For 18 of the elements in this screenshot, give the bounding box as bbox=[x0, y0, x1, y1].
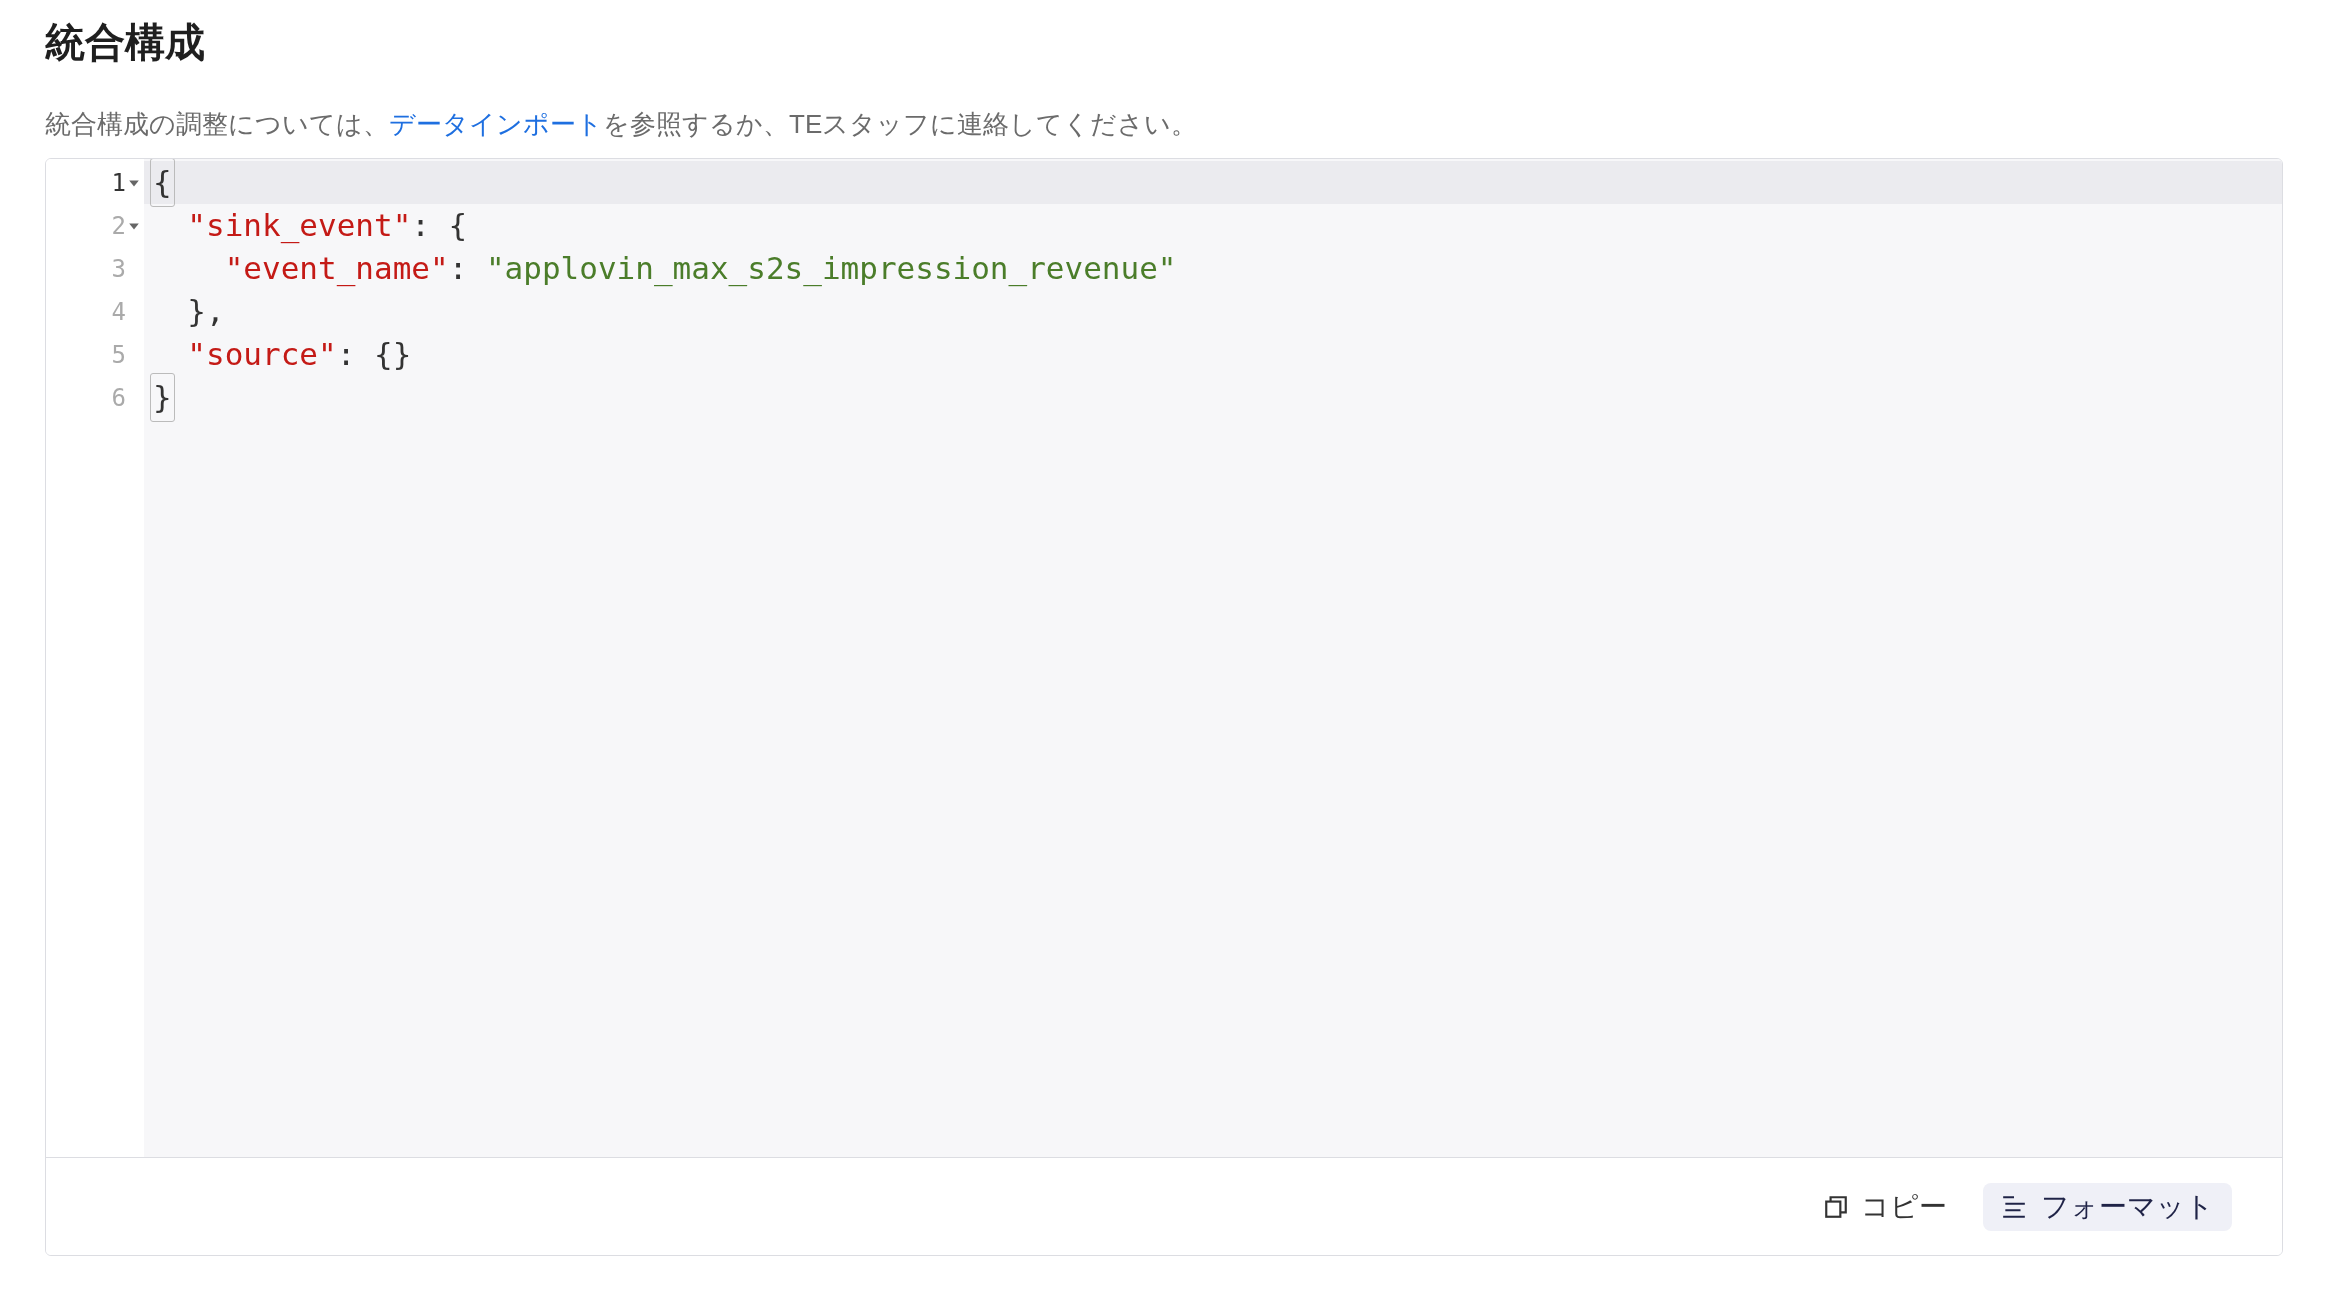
code-line: "source": {} bbox=[186, 335, 413, 375]
code-line: "event_name": "applovin_max_s2s_impression_revenue" bbox=[223, 249, 1178, 289]
data-import-link[interactable]: データインポート bbox=[389, 109, 603, 139]
line-number: 3 bbox=[111, 253, 126, 285]
code-line: "sink_event": { bbox=[186, 206, 469, 246]
code-line: } bbox=[144, 376, 2282, 419]
line-number: 6 bbox=[111, 382, 126, 414]
section-title: 統合構成 bbox=[45, 19, 205, 66]
copy-button[interactable]: コピー bbox=[1807, 1182, 1963, 1231]
line-number: 2 bbox=[111, 210, 126, 242]
format-button[interactable]: フォーマット bbox=[1983, 1182, 2232, 1231]
copy-icon bbox=[1823, 1193, 1849, 1220]
description-text: 統合構成の調整については、データインポート を参照するか、TEスタッフに連絡してください。 bbox=[45, 108, 1198, 141]
code-line: }, bbox=[186, 292, 226, 332]
line-number: 1 bbox=[111, 167, 126, 199]
align-lines-icon bbox=[2001, 1193, 2027, 1220]
line-number: 5 bbox=[111, 339, 126, 371]
line-number: 4 bbox=[111, 296, 126, 328]
